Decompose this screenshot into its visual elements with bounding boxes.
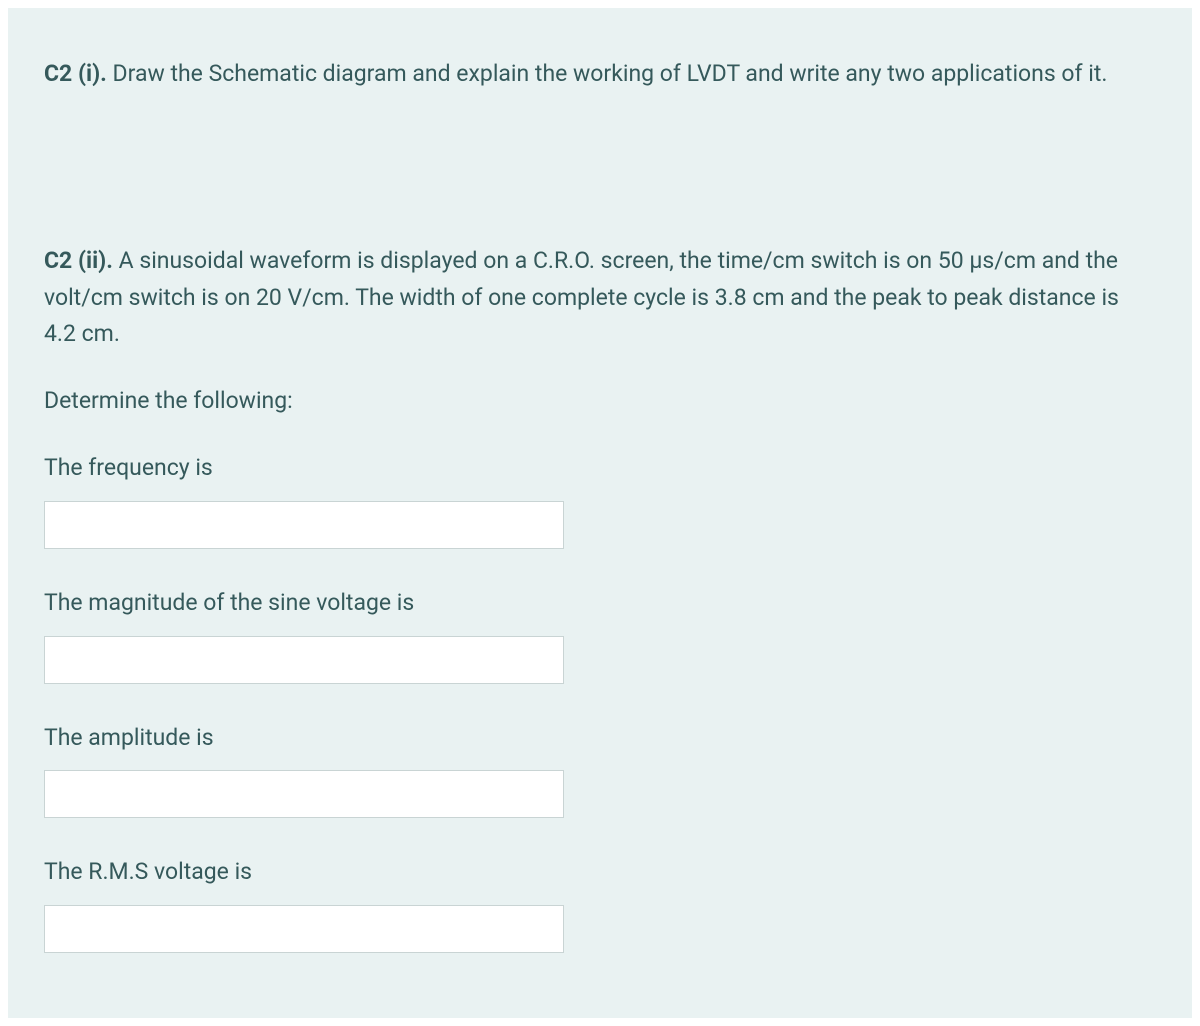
field-magnitude-label: The magnitude of the sine voltage is: [44, 585, 1156, 622]
magnitude-input[interactable]: [44, 636, 564, 684]
rms-input[interactable]: [44, 905, 564, 953]
question-c2-i: C2 (i). Draw the Schematic diagram and e…: [44, 56, 1156, 93]
field-amplitude-label: The amplitude is: [44, 720, 1156, 757]
question-c2-i-body: Draw the Schematic diagram and explain t…: [107, 60, 1108, 87]
question-c2-ii-text: C2 (ii). A sinusoidal waveform is displa…: [44, 243, 1156, 353]
field-frequency-label: The frequency is: [44, 450, 1156, 487]
field-frequency: The frequency is: [44, 450, 1156, 549]
question-panel: C2 (i). Draw the Schematic diagram and e…: [8, 8, 1192, 1018]
determine-prompt: Determine the following:: [44, 383, 1156, 420]
amplitude-input[interactable]: [44, 770, 564, 818]
field-magnitude: The magnitude of the sine voltage is: [44, 585, 1156, 684]
question-c2-i-text: C2 (i). Draw the Schematic diagram and e…: [44, 56, 1156, 93]
field-rms: The R.M.S voltage is: [44, 854, 1156, 953]
question-c2-ii-body: A sinusoidal waveform is displayed on a …: [44, 247, 1119, 348]
question-c2-ii-label: C2 (ii).: [44, 247, 113, 274]
field-amplitude: The amplitude is: [44, 720, 1156, 819]
question-c2-i-label: C2 (i).: [44, 60, 107, 87]
field-rms-label: The R.M.S voltage is: [44, 854, 1156, 891]
question-c2-ii: C2 (ii). A sinusoidal waveform is displa…: [44, 243, 1156, 953]
frequency-input[interactable]: [44, 501, 564, 549]
